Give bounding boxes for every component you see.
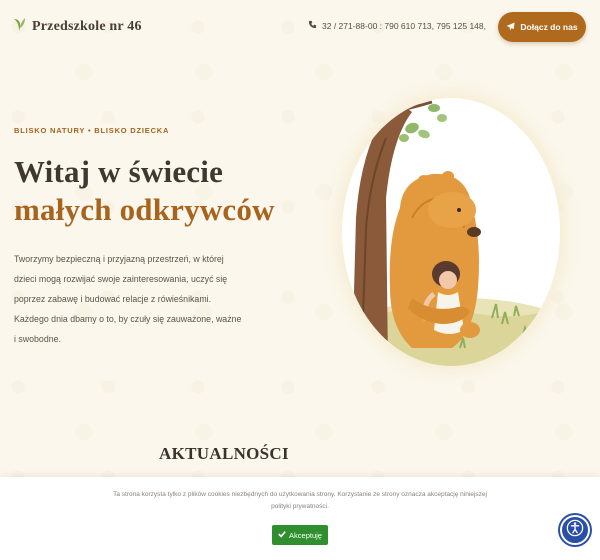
paper-plane-icon [506,21,515,33]
brand-name: Przedszkole nr 46 [32,18,142,34]
hero-illustration-bear-hugging-girl [342,98,560,366]
hero-description-line: Tworzymy bezpieczną i przyjazną przestrz… [14,254,224,264]
hero-title-line2: małych odkrywców [14,192,275,227]
accessibility-button[interactable] [560,515,590,545]
phone-icon [308,20,317,31]
join-us-label: Dołącz do nas [520,22,578,32]
cookie-message-line: Ta strona korzysta tylko z plików cookie… [113,491,487,498]
accept-cookies-button[interactable]: Akceptuję [272,525,328,545]
cookie-message: Ta strona korzysta tylko z plików cookie… [100,489,500,513]
phone-numbers: 32 / 271-88-00 : 790 610 713, 795 125 14… [322,20,486,31]
check-icon [278,530,286,540]
phone-contact[interactable]: 32 / 271-88-00 : 790 610 713, 795 125 14… [308,20,486,31]
hero-description-line: i swobodne. [14,334,61,344]
accept-cookies-label: Akceptuję [289,530,322,540]
hero-eyebrow: BLISKO NATURY • BLISKO DZIECKA [14,126,170,135]
join-us-button[interactable]: Dołącz do nas [498,12,586,42]
news-section-title: AKTUALNOŚCI [159,444,289,463]
hero-title-line1: Witaj w świecie [14,154,224,189]
hero-description-line: Każdego dnia dbamy o to, by czuły się za… [14,314,242,324]
brand-logo[interactable]: Przedszkole nr 46 [12,16,142,37]
hero-description-line: dzieci mogą rozwijać swoje zainteresowan… [14,274,228,284]
cookie-message-line: polityki prywatności. [271,503,329,510]
site-header: Przedszkole nr 46 32 / 271-88-00 : 790 6… [0,0,600,54]
hero-description-line: poprzez zabawę i budować relacje z rówie… [14,294,212,304]
accessibility-icon [566,519,584,542]
leaf-icon [12,16,26,37]
hero-description: Tworzymy bezpieczną i przyjazną przestrz… [14,249,254,349]
cookie-consent-bar: Ta strona korzysta tylko z plików cookie… [0,477,600,560]
